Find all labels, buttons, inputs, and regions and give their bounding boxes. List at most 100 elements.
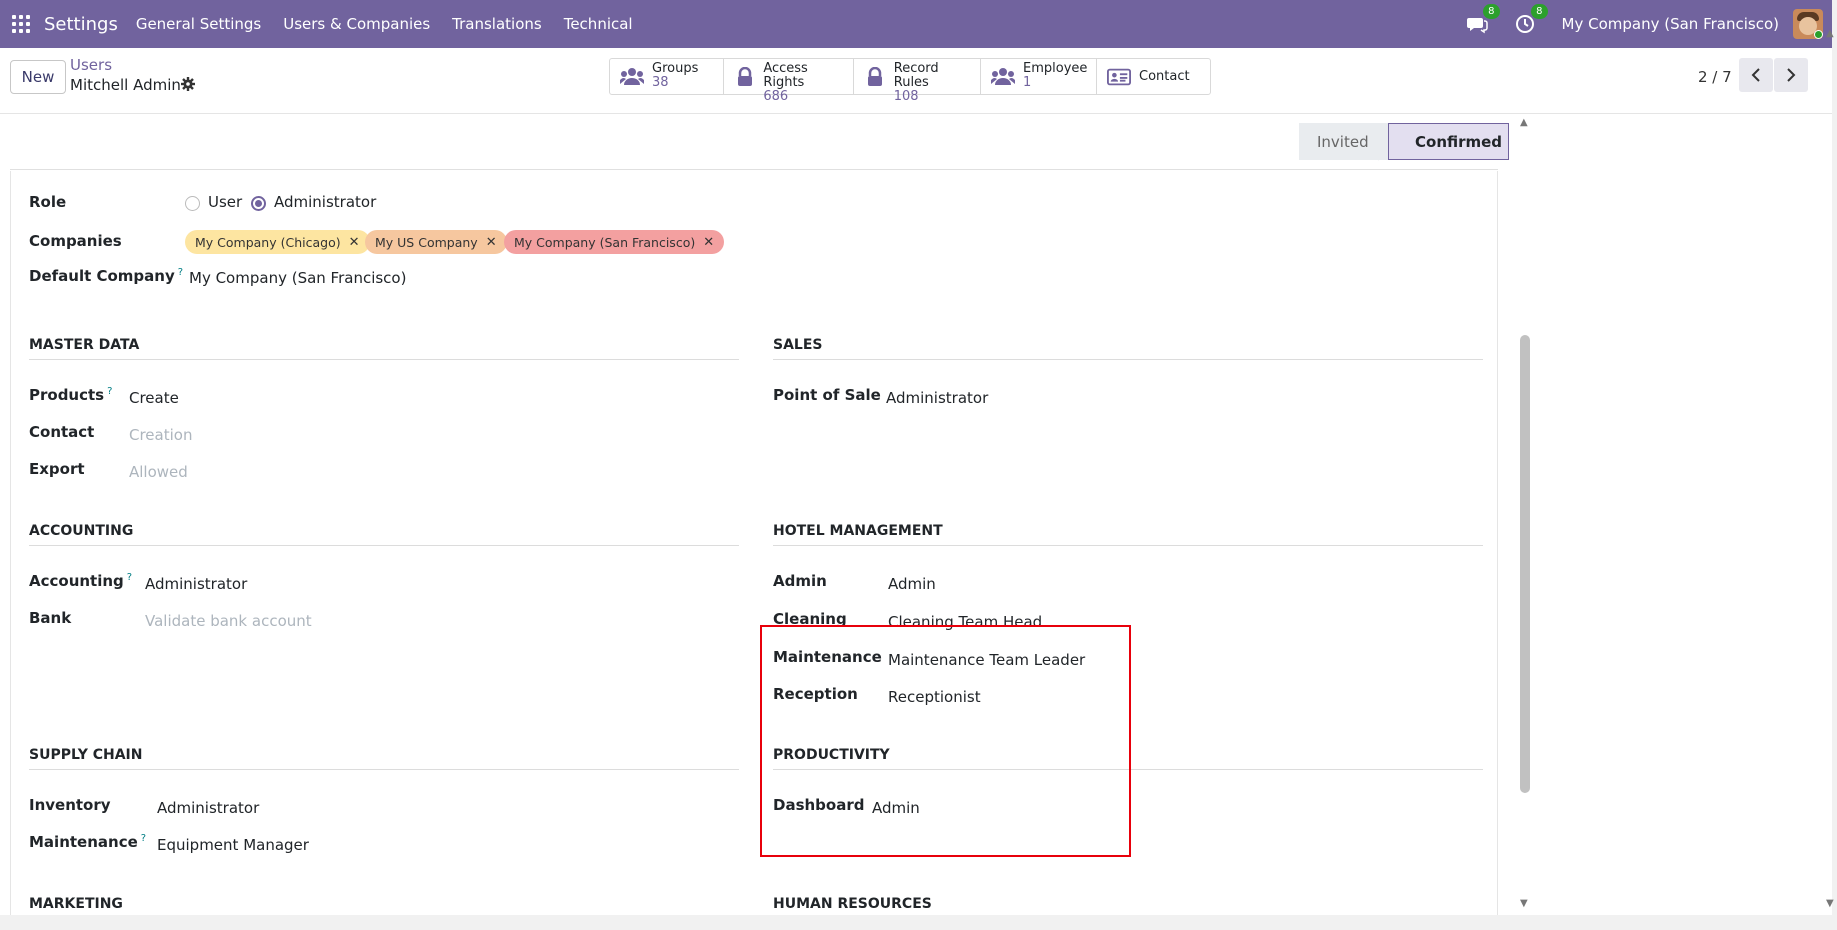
remove-tag-icon[interactable]: ✕	[349, 235, 360, 250]
field-value-export[interactable]: Allowed	[129, 463, 188, 481]
divider	[773, 545, 1483, 546]
company-tag-label: My US Company	[375, 234, 478, 250]
menu-users-companies[interactable]: Users & Companies	[283, 15, 430, 33]
divider	[773, 359, 1483, 360]
menu-general-settings[interactable]: General Settings	[136, 15, 261, 33]
role-administrator-label[interactable]: Administrator	[274, 193, 376, 211]
smart-button-contact[interactable]: Contact	[1097, 59, 1210, 94]
role-label: Role	[29, 193, 67, 211]
smart-value: 1	[1023, 75, 1032, 90]
field-value-point-of-sale[interactable]: Administrator	[886, 389, 988, 407]
field-value-bank[interactable]: Validate bank account	[145, 612, 312, 630]
default-company-label-text: Default Company	[29, 267, 175, 285]
default-company-label: Default Company?	[29, 267, 183, 285]
control-panel: New Users Mitchell Admin Groups 38 Access…	[0, 48, 1837, 114]
window-scroll-down-icon[interactable]: ▼	[1826, 898, 1834, 909]
smart-button-employee[interactable]: Employee 1	[981, 59, 1097, 94]
section-title-master-data: MASTER DATA	[29, 337, 140, 353]
section-title-accounting: ACCOUNTING	[29, 523, 134, 539]
field-label-text: Accounting	[29, 572, 124, 590]
field-label-text: Maintenance	[29, 833, 138, 851]
chevron-right-icon[interactable]	[1774, 58, 1808, 92]
new-button[interactable]: New	[10, 60, 66, 94]
horizontal-scrollbar[interactable]	[0, 915, 1837, 930]
user-avatar[interactable]	[1793, 9, 1823, 39]
field-label-point-of-sale: Point of Sale	[773, 386, 881, 404]
id-card-icon	[1107, 65, 1131, 89]
field-label-bank: Bank	[29, 609, 72, 627]
app-brand[interactable]: Settings	[44, 14, 118, 35]
breadcrumb-users[interactable]: Users	[70, 56, 112, 74]
company-tag: My Company (San Francisco) ✕	[504, 230, 725, 254]
field-value-hotel-admin[interactable]: Admin	[888, 575, 936, 593]
company-tag-label: My Company (San Francisco)	[514, 234, 696, 250]
field-value-products[interactable]: Create	[129, 389, 179, 407]
pager-value[interactable]: 2 / 7	[1698, 68, 1732, 86]
status-bar: Invited Confirmed	[10, 115, 1509, 170]
breadcrumb-current: Mitchell Admin	[70, 76, 181, 94]
messages-badge: 8	[1483, 4, 1500, 19]
smart-button-groups[interactable]: Groups 38	[610, 59, 724, 94]
section-title-sales: SALES	[773, 337, 823, 353]
menu-technical[interactable]: Technical	[564, 15, 633, 33]
role-administrator-radio[interactable]	[251, 196, 266, 211]
default-company-value[interactable]: My Company (San Francisco)	[189, 269, 406, 287]
field-label-inventory: Inventory	[29, 796, 111, 814]
smart-label: Contact	[1139, 68, 1190, 84]
gear-icon[interactable]	[181, 77, 195, 95]
company-tag: My US Company ✕	[365, 230, 507, 254]
smart-buttons: Groups 38 Access Rights 686 Record Rules 10…	[609, 58, 1211, 104]
section-title-supply-chain: SUPPLY CHAIN	[29, 747, 143, 763]
field-label-maintenance: Maintenance?	[29, 833, 146, 851]
smart-label: Groups	[652, 61, 699, 76]
window-scrollbar[interactable]	[1832, 0, 1837, 930]
smart-button-record-rules[interactable]: Record Rules 108	[854, 59, 981, 104]
help-icon[interactable]: ?	[107, 386, 112, 397]
activities-badge: 8	[1531, 4, 1548, 19]
smart-value: 108	[893, 89, 919, 104]
users-icon	[991, 65, 1015, 89]
field-label-hotel-admin: Admin	[773, 572, 827, 590]
field-label-accounting: Accounting?	[29, 572, 132, 590]
activities-clock-icon[interactable]: 8	[1514, 4, 1548, 35]
scroll-down-arrow-icon[interactable]: ▼	[1520, 898, 1528, 909]
menu-translations[interactable]: Translations	[452, 15, 542, 33]
remove-tag-icon[interactable]: ✕	[703, 235, 714, 250]
smart-label: Access Rights	[763, 61, 808, 90]
remove-tag-icon[interactable]: ✕	[486, 235, 497, 250]
stage-confirmed[interactable]: Confirmed	[1388, 123, 1509, 160]
field-label-contact: Contact	[29, 423, 95, 441]
lock-icon	[864, 65, 886, 89]
field-value-contact[interactable]: Creation	[129, 426, 192, 444]
field-label-products: Products?	[29, 386, 112, 404]
company-switcher[interactable]: My Company (San Francisco)	[1562, 15, 1779, 33]
role-user-label[interactable]: User	[208, 193, 242, 211]
messages-icon[interactable]: 8	[1466, 4, 1500, 35]
highlight-box	[760, 625, 1131, 857]
section-title-marketing: MARKETING	[29, 896, 123, 912]
help-icon[interactable]: ?	[141, 833, 146, 844]
role-user-radio[interactable]	[185, 196, 200, 211]
company-tag: My Company (Chicago) ✕	[185, 230, 370, 254]
field-label-text: Products	[29, 386, 105, 404]
field-value-inventory[interactable]: Administrator	[157, 799, 259, 817]
form-view: Invited Confirmed Role User Administrato…	[10, 115, 1509, 915]
help-icon[interactable]: ?	[127, 572, 132, 583]
stage-invited[interactable]: Invited	[1299, 123, 1389, 160]
apps-grid-icon[interactable]	[12, 15, 30, 33]
chevron-left-icon[interactable]	[1739, 58, 1773, 92]
field-value-accounting[interactable]: Administrator	[145, 575, 247, 593]
smart-label: Record Rules	[893, 61, 939, 90]
help-icon[interactable]: ?	[178, 267, 183, 278]
divider	[29, 545, 739, 546]
smart-value: 38	[652, 75, 669, 90]
section-title-hotel-management: HOTEL MANAGEMENT	[773, 523, 943, 539]
field-label-export: Export	[29, 460, 85, 478]
field-value-maintenance[interactable]: Equipment Manager	[157, 836, 309, 854]
form-sheet: Role User Administrator Companies My Com…	[10, 171, 1498, 915]
form-scrollbar-thumb[interactable]	[1520, 335, 1530, 793]
divider	[29, 359, 739, 360]
smart-button-access-rights[interactable]: Access Rights 686	[724, 59, 854, 104]
scroll-up-arrow-icon[interactable]: ▲	[1520, 117, 1528, 128]
window-scroll-up-icon[interactable]: ▲	[1826, 28, 1834, 39]
